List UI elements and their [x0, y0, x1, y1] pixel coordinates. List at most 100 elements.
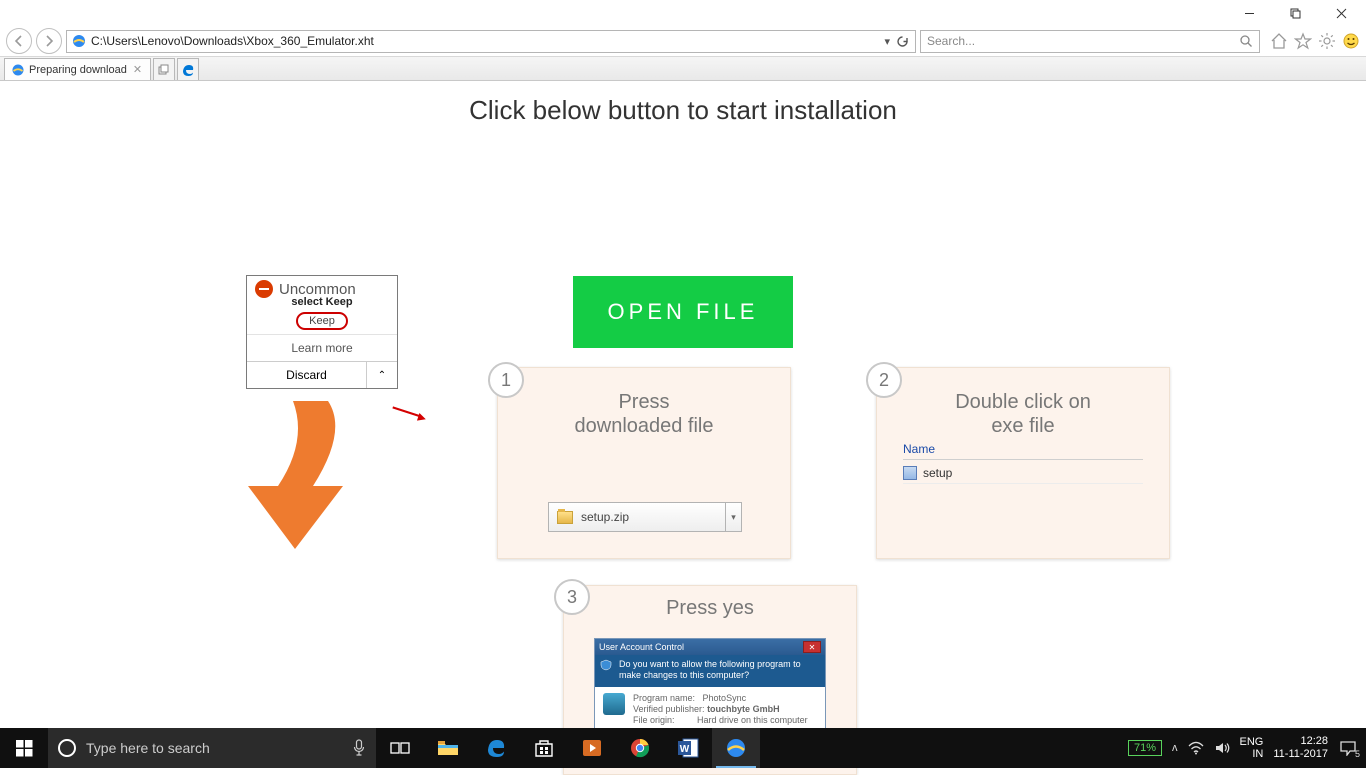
mic-icon[interactable]: [352, 739, 366, 757]
uncommon-callout: Uncommon select Keep Keep Learn more Dis…: [246, 275, 398, 389]
new-tab-icon: [158, 64, 170, 76]
file-name: setup: [923, 466, 952, 480]
windows-icon: [16, 740, 33, 757]
settings-icon[interactable]: [1318, 32, 1336, 50]
svg-text:W: W: [680, 744, 690, 755]
search-placeholder: Search...: [927, 34, 975, 48]
file-list-header: Name: [903, 438, 1143, 460]
taskbar: Type here to search W 71% ʌ ENG IN 12:28…: [0, 728, 1366, 768]
task-view-button[interactable]: [376, 728, 424, 768]
shield-icon: [600, 659, 612, 671]
download-filename: setup.zip: [581, 510, 629, 524]
back-button[interactable]: [6, 28, 32, 54]
language-indicator[interactable]: ENG IN: [1240, 736, 1264, 760]
smiley-icon[interactable]: [1342, 32, 1360, 50]
step2-title: Double click on exe file: [877, 390, 1169, 438]
discard-button: Discard: [247, 362, 367, 388]
folder-icon: [437, 739, 459, 757]
exe-icon: [903, 466, 917, 480]
media-icon: [581, 738, 603, 758]
app-icon: [603, 693, 625, 715]
refresh-icon[interactable]: [896, 35, 909, 48]
uac-close-icon: ✕: [803, 641, 821, 653]
cortana-search[interactable]: Type here to search: [48, 728, 376, 768]
tab-close-icon[interactable]: ✕: [131, 63, 144, 76]
notification-count: 5: [1355, 749, 1360, 759]
step2-badge: 2: [866, 362, 902, 398]
movies-button[interactable]: [568, 728, 616, 768]
favorites-icon[interactable]: [1294, 32, 1312, 50]
system-tray: 71% ʌ ENG IN 12:28 11-11-2017 5: [1128, 728, 1366, 768]
close-button[interactable]: [1318, 0, 1364, 26]
home-icon[interactable]: [1270, 32, 1288, 50]
tab-label: Preparing download: [29, 64, 127, 76]
ie-favicon-icon: [11, 63, 25, 77]
step2-card: Double click on exe file Name setup: [876, 367, 1170, 559]
step1-badge: 1: [488, 362, 524, 398]
address-actions: ▾: [878, 35, 915, 48]
volume-icon[interactable]: [1214, 741, 1230, 755]
uncommon-dialog: Uncommon select Keep Keep Learn more Dis…: [246, 275, 398, 389]
clock[interactable]: 12:28 11-11-2017: [1273, 735, 1328, 761]
cortana-icon: [58, 739, 76, 757]
start-button[interactable]: [0, 728, 48, 768]
toolbar-icons: [1264, 32, 1360, 50]
dropdown-icon[interactable]: ▾: [884, 35, 890, 48]
download-file-widget: setup.zip ▾: [548, 502, 742, 532]
ie-icon: [724, 736, 748, 760]
address-bar[interactable]: C:\Users\Lenovo\Downloads\Xbox_360_Emula…: [66, 30, 916, 53]
warning-icon: [255, 280, 273, 298]
tray-chevron-icon[interactable]: ʌ: [1172, 742, 1178, 754]
open-edge-button[interactable]: [177, 58, 199, 80]
step3-badge: 3: [554, 579, 590, 615]
tab-strip: Preparing download ✕: [0, 57, 1366, 81]
url-text: C:\Users\Lenovo\Downloads\Xbox_360_Emula…: [87, 34, 878, 48]
ie-button[interactable]: [712, 728, 760, 768]
uac-details: Program name: PhotoSync Verified publish…: [595, 687, 825, 728]
uac-titlebar: User Account Control ✕: [595, 639, 825, 655]
store-button[interactable]: [520, 728, 568, 768]
word-button[interactable]: W: [664, 728, 712, 768]
action-center-button[interactable]: 5: [1338, 739, 1358, 757]
search-input[interactable]: Search...: [920, 30, 1260, 53]
keep-button: Keep: [296, 312, 348, 330]
file-list-item: setup: [903, 460, 1143, 484]
battery-indicator[interactable]: 71%: [1128, 740, 1162, 756]
folder-icon: [557, 511, 573, 524]
discard-caret-icon: ⌃: [367, 362, 397, 388]
word-icon: W: [677, 738, 699, 758]
task-view-icon: [390, 740, 410, 756]
edge-icon: [181, 63, 195, 77]
file-explorer-button[interactable]: [424, 728, 472, 768]
orange-arrow-icon: [238, 401, 368, 551]
file-list: Name setup: [903, 438, 1143, 484]
search-icon: [1239, 34, 1253, 48]
new-tab-button[interactable]: [153, 58, 175, 80]
uac-question: Do you want to allow the following progr…: [595, 655, 825, 687]
maximize-button[interactable]: [1272, 0, 1318, 26]
wifi-icon[interactable]: [1188, 741, 1204, 755]
edge-icon: [485, 737, 507, 759]
uncommon-subtitle: select Keep: [247, 296, 397, 308]
uac-title-text: User Account Control: [599, 642, 684, 652]
edge-button[interactable]: [472, 728, 520, 768]
learn-more-link: Learn more: [247, 334, 397, 361]
tab-preparing-download[interactable]: Preparing download ✕: [4, 58, 151, 80]
ie-icon: [71, 33, 87, 49]
step3-title: Press yes: [564, 596, 856, 620]
minimize-button[interactable]: [1226, 0, 1272, 26]
forward-button[interactable]: [36, 28, 62, 54]
page-content: Click below button to start installation…: [0, 81, 1366, 728]
taskbar-apps: W: [376, 728, 760, 768]
open-file-button[interactable]: OPEN FILE: [573, 276, 793, 348]
chevron-down-icon: ▾: [725, 503, 741, 531]
store-icon: [533, 738, 555, 758]
step1-card: Press downloaded file setup.zip ▾: [497, 367, 791, 559]
red-pointer-tip-icon: [417, 413, 427, 423]
cortana-placeholder: Type here to search: [86, 740, 342, 756]
chrome-button[interactable]: [616, 728, 664, 768]
navigation-bar: C:\Users\Lenovo\Downloads\Xbox_360_Emula…: [0, 26, 1366, 57]
step1-title: Press downloaded file: [498, 390, 790, 438]
window-controls: [0, 0, 1366, 26]
uncommon-title: Uncommon: [279, 281, 356, 298]
